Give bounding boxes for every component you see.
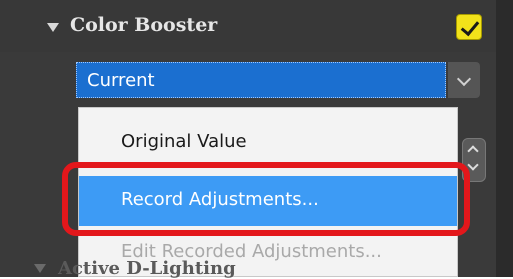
preset-select-value: Current — [87, 70, 155, 91]
collapse-triangle-icon[interactable] — [34, 264, 46, 273]
panel-scroll-gutter[interactable] — [496, 0, 513, 277]
preset-select[interactable]: Current — [76, 62, 446, 98]
checkmark-icon — [460, 16, 480, 37]
next-section-title: Active D-Lighting — [58, 258, 236, 279]
section-enable-checkbox[interactable] — [456, 14, 482, 40]
menu-item-original-value[interactable]: Original Value — [79, 118, 457, 168]
menu-item-label: Original Value — [121, 131, 247, 152]
collapse-triangle-icon[interactable] — [47, 23, 59, 32]
section-title: Color Booster — [70, 14, 218, 36]
chevron-up-icon[interactable] — [467, 145, 479, 157]
section-header-color-booster[interactable]: Color Booster — [0, 0, 496, 52]
chevron-down-icon[interactable] — [467, 159, 479, 171]
preset-select-toggle[interactable] — [448, 62, 480, 98]
callout-highlight-box — [62, 162, 470, 236]
chevron-down-icon — [456, 71, 472, 87]
